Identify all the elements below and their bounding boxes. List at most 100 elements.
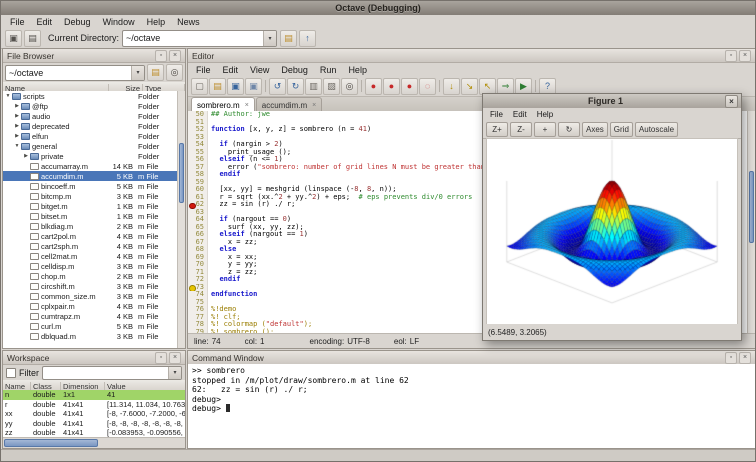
file-row[interactable]: ▼ general Folder	[3, 141, 178, 151]
file-row[interactable]: bincoeff.m 5 KB m File	[3, 181, 178, 191]
file-row[interactable]: ▶ @ftp Folder	[3, 101, 178, 111]
file-row[interactable]: common_size.m 3 KB m File	[3, 291, 178, 301]
file-row[interactable]: curl.m 5 KB m File	[3, 321, 178, 331]
file-row[interactable]: accumarray.m 14 KB m File	[3, 161, 178, 171]
search-icon[interactable]: ◎	[166, 64, 183, 81]
editor-menu-run[interactable]: Run	[314, 65, 343, 75]
remove-breakpoints-icon[interactable]: ◌	[419, 77, 436, 95]
file-browser-header[interactable]: File Browser ▫ ×	[3, 49, 185, 63]
variable-row[interactable]: n double 1x1 41	[3, 390, 185, 400]
previous-breakpoint-icon[interactable]: ●	[401, 77, 418, 95]
terminal-icon[interactable]: ▣	[5, 29, 22, 47]
titlebar[interactable]: Octave (Debugging)	[1, 1, 755, 15]
file-row[interactable]: ▶ private Folder	[3, 151, 178, 161]
workspace-hscrollbar[interactable]	[3, 437, 185, 448]
pan-icon[interactable]: +	[534, 121, 556, 137]
menu-edit[interactable]: Edit	[31, 17, 59, 27]
expand-icon[interactable]: ▶	[22, 153, 30, 159]
file-browser-scrollbar[interactable]	[177, 91, 185, 348]
documentation-icon[interactable]: ▤	[24, 29, 41, 47]
command-window-header[interactable]: Command Window ▫ ×	[188, 351, 755, 365]
chevron-down-icon[interactable]	[263, 30, 277, 46]
variable-row[interactable]: r double 41x41 [11.314, 11.034, 10.763, 1..…	[3, 400, 185, 410]
figure-menu-file[interactable]: File	[485, 110, 508, 119]
file-row[interactable]: dblquad.m 3 KB m File	[3, 331, 178, 341]
file-row[interactable]: bitget.m 1 KB m File	[3, 201, 178, 211]
file-row[interactable]: circshift.m 3 KB m File	[3, 281, 178, 291]
expand-icon[interactable]: ▶	[13, 103, 21, 109]
browse-directory-icon[interactable]: ▤	[280, 29, 298, 47]
editor-menu-help[interactable]: Help	[342, 65, 373, 75]
rotate-icon[interactable]: ↻	[558, 121, 580, 137]
close-icon[interactable]: ×	[169, 49, 181, 62]
file-row[interactable]: bitset.m 1 KB m File	[3, 211, 178, 221]
path-combobox[interactable]: ~/octave	[5, 64, 145, 81]
continue-icon[interactable]: ⇒	[497, 77, 514, 95]
filter-combobox[interactable]	[42, 365, 182, 380]
save-icon[interactable]: ▣	[227, 77, 244, 95]
figure-window[interactable]: Figure 1 × File Edit Help Z+ Z- + ↻ Axes Grid Au…	[482, 93, 742, 341]
undock-icon[interactable]: ▫	[155, 49, 167, 62]
editor-menu-view[interactable]: View	[244, 65, 275, 75]
figure-titlebar[interactable]: Figure 1 ×	[483, 94, 741, 108]
close-icon[interactable]: ×	[169, 351, 181, 364]
current-directory-combobox[interactable]: ~/octave	[122, 29, 278, 47]
collapse-icon[interactable]: ▼	[4, 93, 12, 99]
file-row[interactable]: ▶ elfun Folder	[3, 131, 178, 141]
undo-icon[interactable]: ↺	[269, 77, 286, 95]
scrollbar-thumb[interactable]	[749, 171, 754, 243]
close-icon[interactable]: ×	[739, 351, 751, 364]
file-row[interactable]: accumdim.m 5 KB m File	[3, 171, 178, 181]
file-row[interactable]: cplxpair.m 4 KB m File	[3, 301, 178, 311]
file-row[interactable]: cart2pol.m 4 KB m File	[3, 231, 178, 241]
paste-icon[interactable]: ▨	[323, 77, 340, 95]
collapse-icon[interactable]: ▼	[13, 143, 21, 149]
file-row[interactable]: ▶ audio Folder	[3, 111, 178, 121]
file-row[interactable]: celldisp.m 3 KB m File	[3, 261, 178, 271]
menu-help[interactable]: Help	[141, 17, 172, 27]
figure-menu-edit[interactable]: Edit	[508, 110, 532, 119]
file-row[interactable]: ▼ scripts Folder	[3, 91, 178, 101]
editor-menu-file[interactable]: File	[190, 65, 217, 75]
filter-checkbox[interactable]	[6, 367, 16, 378]
toggle-breakpoint-icon[interactable]: ●	[365, 77, 382, 95]
zoom-in-button[interactable]: Z+	[486, 121, 508, 137]
chevron-down-icon[interactable]	[168, 366, 181, 379]
browse-icon[interactable]: ▤	[147, 64, 164, 81]
scrollbar-thumb[interactable]	[4, 439, 98, 447]
expand-icon[interactable]: ▶	[13, 113, 21, 119]
file-row[interactable]: blkdiag.m 2 KB m File	[3, 221, 178, 231]
expand-icon[interactable]: ▶	[13, 123, 21, 129]
editor-header[interactable]: Editor ▫ ×	[188, 49, 755, 63]
new-file-icon[interactable]: ▢	[191, 77, 208, 95]
file-row[interactable]: chop.m 2 KB m File	[3, 271, 178, 281]
undock-icon[interactable]: ▫	[155, 351, 167, 364]
next-breakpoint-icon[interactable]: ●	[383, 77, 400, 95]
file-row[interactable]: ▶ deprecated Folder	[3, 121, 178, 131]
file-row[interactable]: cell2mat.m 4 KB m File	[3, 251, 178, 261]
step-icon[interactable]: ↓	[443, 77, 460, 95]
directory-up-icon[interactable]: ↑	[299, 29, 317, 47]
open-file-icon[interactable]: ▤	[209, 77, 226, 95]
toggle-grid[interactable]: Grid	[609, 121, 633, 137]
variable-row[interactable]: yy double 41x41 [-8, -8, -8, -8, -8, -8, -8…	[3, 419, 185, 429]
undock-icon[interactable]: ▫	[725, 49, 737, 62]
close-tab-icon[interactable]: ×	[312, 102, 316, 109]
file-row[interactable]: cart2sph.m 4 KB m File	[3, 241, 178, 251]
chevron-down-icon[interactable]	[131, 65, 144, 80]
undock-icon[interactable]: ▫	[725, 351, 737, 364]
scrollbar-thumb[interactable]	[179, 143, 184, 203]
file-row[interactable]: cumtrapz.m 4 KB m File	[3, 311, 178, 321]
close-icon[interactable]: ×	[739, 49, 751, 62]
command-console[interactable]: >> sombrero stopped in /m/plot/draw/sombr…	[188, 364, 755, 448]
toggle-autoscale[interactable]: Autoscale	[634, 121, 679, 137]
help-icon[interactable]: ?	[539, 77, 556, 95]
editor-menu-edit[interactable]: Edit	[217, 65, 245, 75]
figure-close-icon[interactable]: ×	[725, 94, 738, 108]
figure-menu-help[interactable]: Help	[532, 110, 558, 119]
variable-row[interactable]: xx double 41x41 [-8, -7.6000, -7.2000, -6.8…	[3, 409, 185, 419]
menu-window[interactable]: Window	[97, 17, 141, 27]
copy-icon[interactable]: ▥	[305, 77, 322, 95]
menu-debug[interactable]: Debug	[58, 17, 97, 27]
toggle-axes[interactable]: Axes	[582, 121, 608, 137]
